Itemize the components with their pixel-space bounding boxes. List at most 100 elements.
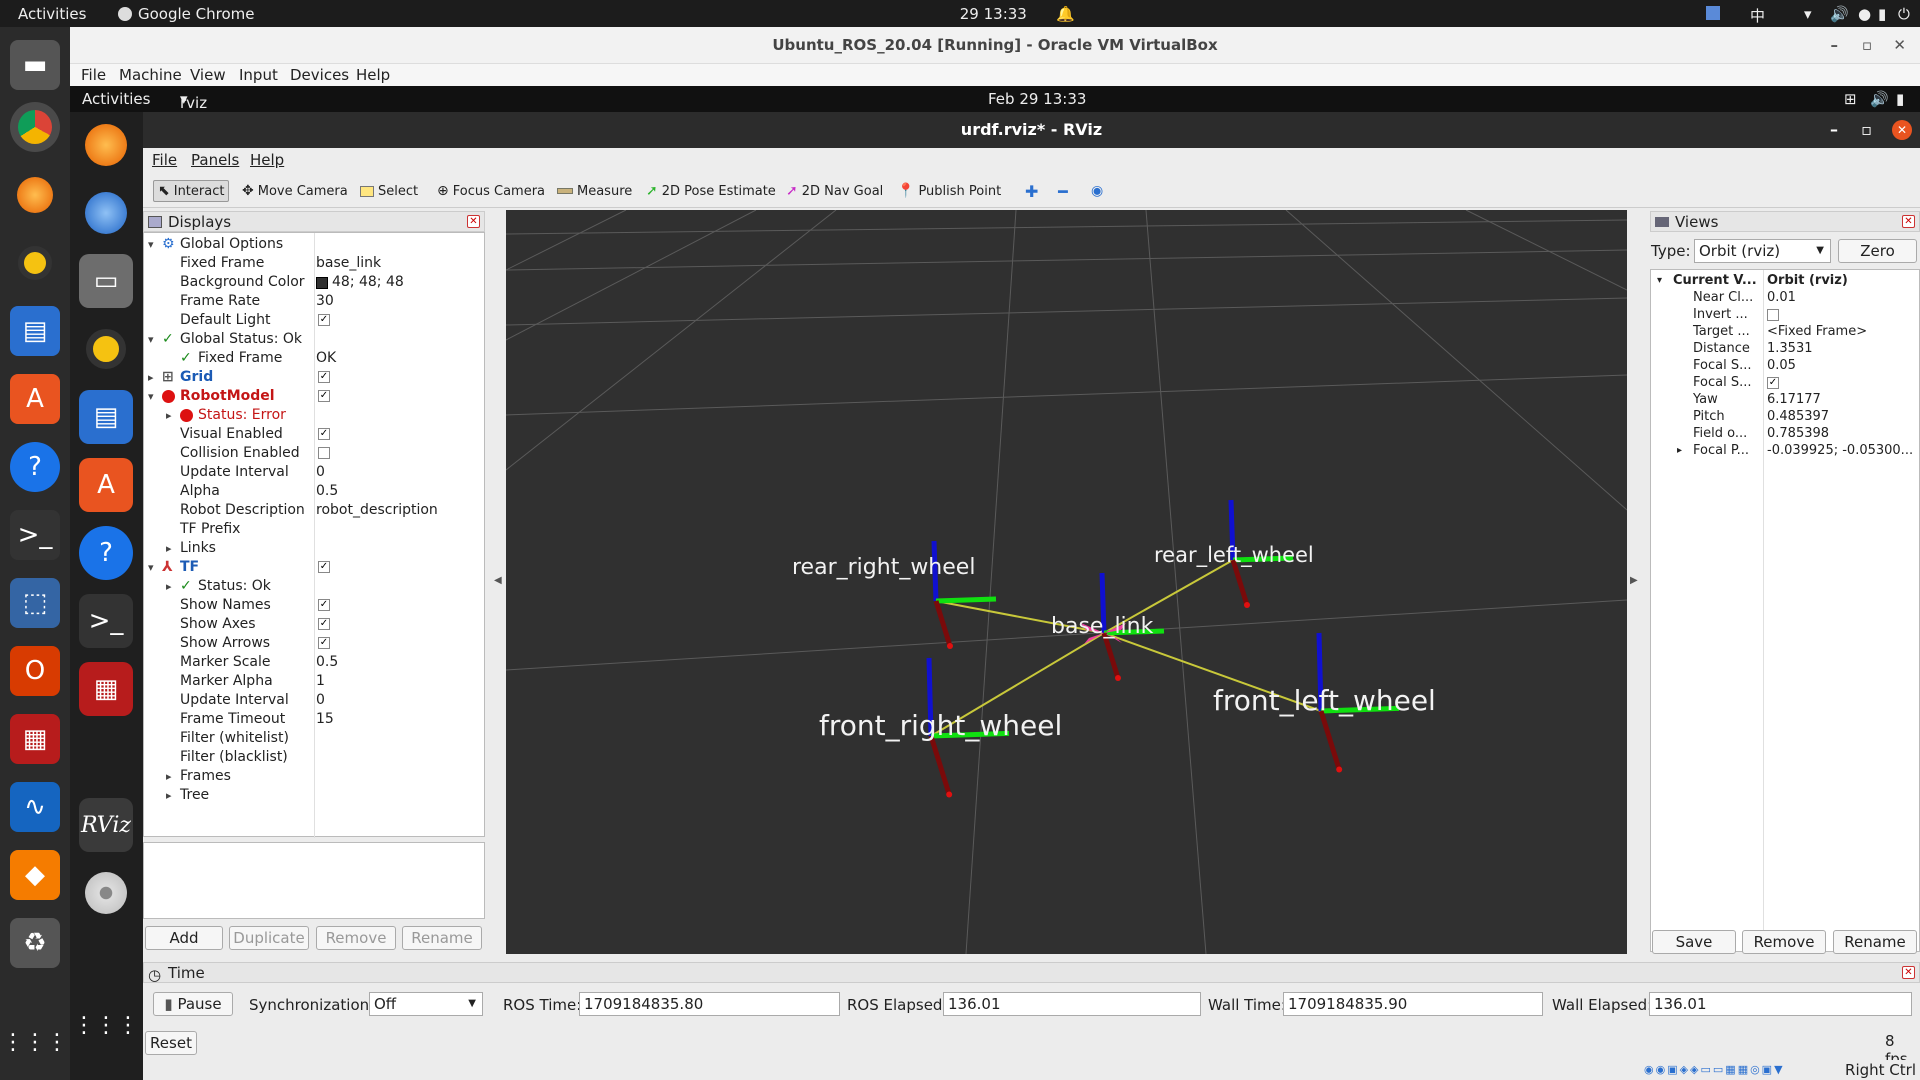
software-center-icon[interactable]: A [10,374,60,424]
view-property-value[interactable]: 0.485397 [1767,408,1829,425]
duplicate-display-button[interactable]: Duplicate [229,926,309,950]
display-row[interactable]: ▸ ⊞ Grid ✓ [144,368,484,387]
display-row-value[interactable]: 30 [316,292,334,311]
display-row-value[interactable]: 0.5 [316,482,338,501]
display-row[interactable]: ▸ ✓ Status: Ok [144,577,484,596]
view-property-value[interactable]: 0.01 [1767,289,1796,306]
display-row-value[interactable]: 0 [316,691,325,710]
view-type-select[interactable]: Orbit (rviz) ▼ [1694,239,1831,263]
guest-help-icon[interactable]: ? [79,526,133,580]
guest-thunderbird-icon[interactable] [79,186,133,240]
host-clock[interactable]: 29 13:33 [940,5,1027,23]
ros-time-field[interactable]: 1709184835.80 [579,992,840,1016]
expand-arrow-icon[interactable]: ▸ [166,786,172,805]
display-row[interactable]: ▾ ⚙ Global Options [144,235,484,254]
rviz-icon[interactable]: RViz [79,798,133,852]
display-row[interactable]: Visual Enabled ✓ [144,425,484,444]
guest-firefox-icon[interactable] [79,118,133,172]
checkbox[interactable]: ✓ [318,637,330,649]
add-display-button[interactable]: Add [145,926,223,950]
view-property-value[interactable]: Orbit (rviz) [1767,272,1848,289]
display-row-value[interactable]: base_link [316,254,381,273]
nav-goal-tool[interactable]: ➚ 2D Nav Goal [782,180,887,202]
files-drawer-icon[interactable]: ▬ [10,40,60,90]
display-row-value[interactable]: OK [316,349,336,368]
trash-icon[interactable]: ♻ [10,918,60,968]
vbox-menu-file[interactable]: File [81,66,106,84]
checkbox[interactable]: ✓ [318,618,330,630]
volume-icon[interactable]: 🔊 [1830,5,1849,23]
display-row[interactable]: ▸ Frames [144,767,484,786]
guest-battery-icon[interactable]: ▮ [1896,90,1904,108]
display-row[interactable]: TF Prefix [144,520,484,539]
display-row[interactable]: Update Interval 0 [144,463,484,482]
wall-elapsed-field[interactable]: 136.01 [1649,992,1912,1016]
expand-arrow-icon[interactable]: ▸ [1677,442,1682,459]
view-property-row[interactable]: ▾ Current V... Orbit (rviz) [1651,272,1919,289]
measure-tool[interactable]: Measure [553,180,636,202]
checkbox[interactable]: ✓ [1767,377,1779,389]
view-property-row[interactable]: Near Cl... 0.01 [1651,289,1919,306]
rename-display-button[interactable]: Rename [402,926,482,950]
display-row-value[interactable]: 0.5 [316,653,338,672]
view-property-row[interactable]: ▸ Focal P... -0.039925; -0.05300... [1651,442,1919,459]
expand-arrow-icon[interactable]: ▸ [148,368,154,387]
checkbox[interactable] [1767,309,1779,321]
view-property-row[interactable]: Invert ... [1651,306,1919,323]
app-grid-icon[interactable]: ⋮⋮⋮ [2,1017,68,1067]
remove-display-button[interactable]: Remove [316,926,396,950]
display-row[interactable]: Frame Rate 30 [144,292,484,311]
vm-app-icon[interactable]: ▦ [10,714,60,764]
guest-network-icon[interactable]: ⊞ [1844,90,1857,108]
minimize-icon[interactable]: – [1831,27,1839,64]
office-icon[interactable]: O [10,646,60,696]
display-row[interactable]: Show Arrows ✓ [144,634,484,653]
collapse-arrow-icon[interactable]: ▾ [148,558,154,577]
guest-software-icon[interactable]: A [79,458,133,512]
guest-files-icon[interactable]: ▭ [79,254,133,308]
view-property-value[interactable]: 0.785398 [1767,425,1829,442]
vbox-menu-devices[interactable]: Devices [290,66,349,84]
display-row-value[interactable]: 0 [316,463,325,482]
zero-button[interactable]: Zero [1838,239,1917,263]
add-tool-button[interactable]: ✚ [1021,180,1042,202]
display-row[interactable]: Update Interval 0 [144,691,484,710]
rhythmbox-icon[interactable] [10,238,60,288]
focus-camera-tool[interactable]: ⊕ Focus Camera [433,180,549,202]
guest-vm-app-icon[interactable]: ▦ [79,662,133,716]
display-row[interactable]: ✓ Fixed Frame OK [144,349,484,368]
guest-app-menu[interactable]: rviz ▾ [180,90,207,112]
view-property-value[interactable]: 6.17177 [1767,391,1821,408]
display-row[interactable]: Collision Enabled [144,444,484,463]
guest-rhythmbox-icon[interactable] [79,322,133,376]
firefox-icon[interactable] [10,170,60,220]
display-row-value[interactable]: 15 [316,710,334,729]
display-row[interactable]: Show Names ✓ [144,596,484,615]
display-row[interactable]: ▾ ⅄ TF ✓ [144,558,484,577]
display-row[interactable]: Show Axes ✓ [144,615,484,634]
power-icon[interactable]: ⏻ [1898,5,1910,23]
screenshot-icon[interactable]: ⬚ [10,578,60,628]
terminal-icon[interactable]: >_ [10,510,60,560]
checkbox[interactable] [318,447,330,459]
display-row[interactable]: Marker Scale 0.5 [144,653,484,672]
chrome-icon[interactable] [10,102,60,152]
time-close-icon[interactable]: ✕ [1902,966,1915,979]
3d-viewport[interactable]: rear_right_wheel rear_left_wheel base_link… [506,210,1627,954]
publish-point-tool[interactable]: 📍 Publish Point [893,180,1005,202]
guest-volume-icon[interactable]: 🔊 [1870,90,1889,108]
host-activities-button[interactable]: Activities [18,5,86,23]
display-row[interactable]: ▸ Tree [144,786,484,805]
display-row[interactable]: Fixed Frame base_link [144,254,484,273]
move-camera-tool[interactable]: ✥ Move Camera [238,180,352,202]
collapse-arrow-icon[interactable]: ▾ [148,235,154,254]
bell-icon[interactable]: 🔔 [1056,5,1075,23]
views-close-icon[interactable]: ✕ [1902,215,1915,228]
rviz-minimize-icon[interactable]: – [1830,112,1838,148]
display-row[interactable]: Alpha 0.5 [144,482,484,501]
display-row-value[interactable]: robot_description [316,501,438,520]
view-property-row[interactable]: Pitch 0.485397 [1651,408,1919,425]
interact-tool[interactable]: ⬉ Interact [153,180,230,202]
display-row[interactable]: Filter (blacklist) [144,748,484,767]
expand-arrow-icon[interactable]: ▸ [166,577,172,596]
